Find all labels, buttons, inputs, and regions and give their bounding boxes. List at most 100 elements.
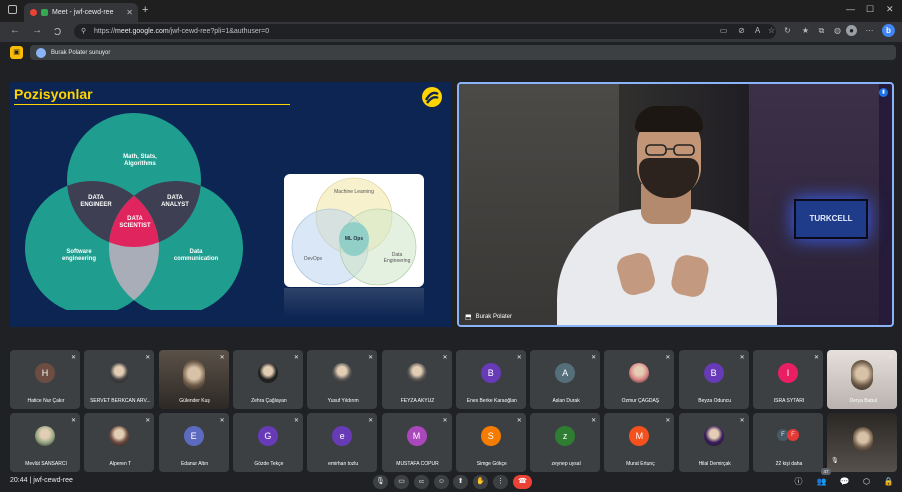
meet-favicon-icon bbox=[41, 9, 48, 16]
participant-photo bbox=[629, 363, 650, 383]
mic-off-icon: ✕ bbox=[516, 418, 522, 424]
participant-name: Özmur ÇAĞDAŞ bbox=[621, 398, 660, 404]
bing-copilot-icon[interactable]: b bbox=[882, 24, 895, 37]
mlops-reflection bbox=[284, 288, 424, 318]
site-info-icon[interactable]: ⚲ bbox=[81, 27, 86, 35]
reload-button[interactable]: C bbox=[54, 25, 61, 36]
participant-tile[interactable]: A ✕ Aslan Durak bbox=[530, 350, 601, 409]
mic-off-icon: ✕ bbox=[739, 418, 745, 424]
participant-tile[interactable]: ✕ Mevlüt SANSARCI bbox=[10, 413, 80, 472]
participant-avatar: M bbox=[406, 426, 427, 446]
mic-button[interactable]: 🎙 bbox=[373, 475, 388, 489]
participant-tile[interactable]: ✕ Gülender Kuş bbox=[158, 350, 229, 409]
participant-tile[interactable]: ✕ Yusuf Yıldırım bbox=[307, 350, 378, 409]
captions-button[interactable]: cc bbox=[414, 475, 429, 489]
minimize-button[interactable]: — bbox=[846, 4, 855, 14]
self-view-tile[interactable]: 🎙 bbox=[827, 413, 897, 472]
more-menu-icon[interactable]: ⋯ bbox=[864, 25, 875, 36]
participant-name: Zehra Çağlayan bbox=[251, 398, 287, 404]
present-button[interactable]: ⬆ bbox=[453, 475, 468, 489]
emoji-button[interactable]: ☺ bbox=[434, 475, 449, 489]
participant-avatar: B bbox=[703, 363, 724, 383]
venn-label-data-engineer: DATA ENGINEER bbox=[80, 195, 112, 209]
mic-off-icon: ✕ bbox=[739, 355, 745, 361]
venn-diagram bbox=[25, 113, 243, 310]
ml-label-left: DevOps bbox=[303, 256, 323, 262]
participant-video bbox=[851, 360, 874, 390]
more-people-tile[interactable]: F F 22 kişi daha bbox=[753, 413, 823, 472]
mic-off-icon: ✕ bbox=[516, 355, 522, 361]
maximize-button[interactable]: ☐ bbox=[866, 4, 874, 15]
participant-tile[interactable]: I ✕ ISRA SYTARI bbox=[753, 350, 823, 409]
presenting-text: Burak Polater sunuyor bbox=[51, 49, 111, 56]
participant-tile[interactable]: B ✕ Beyza Oduncu bbox=[678, 350, 749, 409]
participant-tile[interactable]: S ✕ Simge Gökçe bbox=[455, 413, 526, 472]
speaker-name: Burak Polater bbox=[475, 314, 512, 320]
refresh-extension-icon[interactable]: ↻ bbox=[782, 25, 793, 36]
participant-name: Murat Ertunç bbox=[626, 461, 655, 467]
more-avatar-2: F bbox=[787, 429, 799, 441]
participant-avatar: M bbox=[629, 426, 650, 446]
participant-tile[interactable]: ✕ SERVET BERKCAN ARV... bbox=[84, 350, 155, 409]
monitor-text: TURKCELL bbox=[809, 214, 853, 223]
speaker-hair bbox=[635, 106, 703, 132]
camera-in-use-icon[interactable]: ▭ bbox=[718, 25, 729, 36]
slide-title: Pozisyonlar bbox=[14, 86, 93, 102]
mic-off-icon: ✕ bbox=[368, 355, 374, 361]
more-options-button[interactable]: ⋮ bbox=[493, 475, 508, 489]
participant-tile[interactable]: ✕ Alperen T bbox=[84, 413, 155, 472]
people-button[interactable]: 👥 bbox=[815, 476, 828, 488]
extensions-icon[interactable]: ◍ bbox=[832, 25, 843, 36]
favorites-icon[interactable]: ★ bbox=[800, 25, 811, 36]
speaker-video[interactable]: TURKCELL ▮ ⬒ Burak Polater bbox=[457, 82, 894, 327]
favorite-star-icon[interactable]: ☆ bbox=[766, 25, 777, 36]
participant-tile[interactable]: ✕ Zehra Çağlayan bbox=[232, 350, 303, 409]
tab-close-icon[interactable]: ✕ bbox=[126, 8, 133, 17]
back-button[interactable]: ← bbox=[10, 25, 20, 36]
participant-tile[interactable]: ✕ Özmur ÇAĞDAŞ bbox=[604, 350, 675, 409]
tab-actions-icon[interactable] bbox=[8, 5, 17, 14]
collections-icon[interactable]: ⧉ bbox=[816, 25, 827, 36]
address-bar[interactable]: ⚲ https://meet.google.com/jwf-cewd-ree?p… bbox=[74, 24, 776, 39]
mic-off-icon: ✕ bbox=[813, 355, 819, 361]
participant-name: Gülender Kuş bbox=[179, 398, 210, 404]
read-aloud-icon[interactable]: A bbox=[752, 25, 763, 36]
camera-button[interactable]: ▭ bbox=[394, 475, 409, 489]
meeting-info-button[interactable]: ⓘ bbox=[792, 476, 805, 488]
participant-tile[interactable]: ✕ FEYZA AKYUZ bbox=[381, 350, 452, 409]
participant-tile[interactable]: G ✕ Gözde Tekçe bbox=[232, 413, 303, 472]
chat-button[interactable]: 💬 bbox=[838, 476, 851, 488]
participant-tile[interactable]: z ✕ zeynep uysal bbox=[530, 413, 601, 472]
host-controls-button[interactable]: 🔒 bbox=[882, 476, 895, 488]
pin-icon[interactable]: ⬒ bbox=[465, 313, 472, 321]
forward-button[interactable]: → bbox=[32, 25, 42, 36]
profile-icon[interactable]: ● bbox=[846, 25, 857, 36]
participant-name: Beyza Oduncu bbox=[698, 398, 732, 404]
tracking-icon[interactable]: ⊘ bbox=[736, 25, 747, 36]
participant-avatar: z bbox=[555, 426, 576, 446]
participant-tile[interactable]: M ✕ Murat Ertunç bbox=[604, 413, 675, 472]
venn-label-left: Software engineering bbox=[61, 249, 96, 263]
participant-tile[interactable]: ✕ Hilal Demirçak bbox=[678, 413, 749, 472]
mic-off-icon: ✕ bbox=[665, 418, 671, 424]
end-call-button[interactable]: ☎ bbox=[513, 475, 532, 489]
participant-tile[interactable]: e ✕ emirhan tozlu bbox=[307, 413, 378, 472]
participant-tile[interactable]: ✕ Derya Babul bbox=[827, 350, 898, 409]
participant-tile[interactable]: M ✕ MUSTAFA COPUR bbox=[381, 413, 452, 472]
new-tab-button[interactable]: + bbox=[142, 4, 148, 16]
browser-tab[interactable]: Meet - jwf-cewd-ree ✕ bbox=[24, 3, 138, 22]
mic-off-icon: ✕ bbox=[591, 355, 597, 361]
participant-name: zeynep uysal bbox=[551, 461, 581, 467]
mic-off-icon: ✕ bbox=[145, 418, 151, 424]
mic-off-icon: ✕ bbox=[665, 355, 671, 361]
activities-button[interactable]: ⬡ bbox=[860, 476, 873, 488]
close-window-button[interactable]: ✕ bbox=[886, 4, 894, 15]
raise-hand-button[interactable]: ✋ bbox=[473, 475, 488, 489]
participant-tile[interactable]: E ✕ Edanur Altın bbox=[158, 413, 229, 472]
presenter-banner[interactable]: Burak Polater sunuyor bbox=[30, 45, 896, 60]
participant-tile[interactable]: H ✕ Hatice Nur Çakır bbox=[10, 350, 80, 409]
participant-name: Edanur Altın bbox=[180, 461, 209, 467]
participant-tile[interactable]: B ✕ Enes Berke Karaoğlan bbox=[455, 350, 526, 409]
clock-time: 20:44 bbox=[10, 477, 28, 484]
presentation-icon: ▣ bbox=[10, 46, 23, 59]
